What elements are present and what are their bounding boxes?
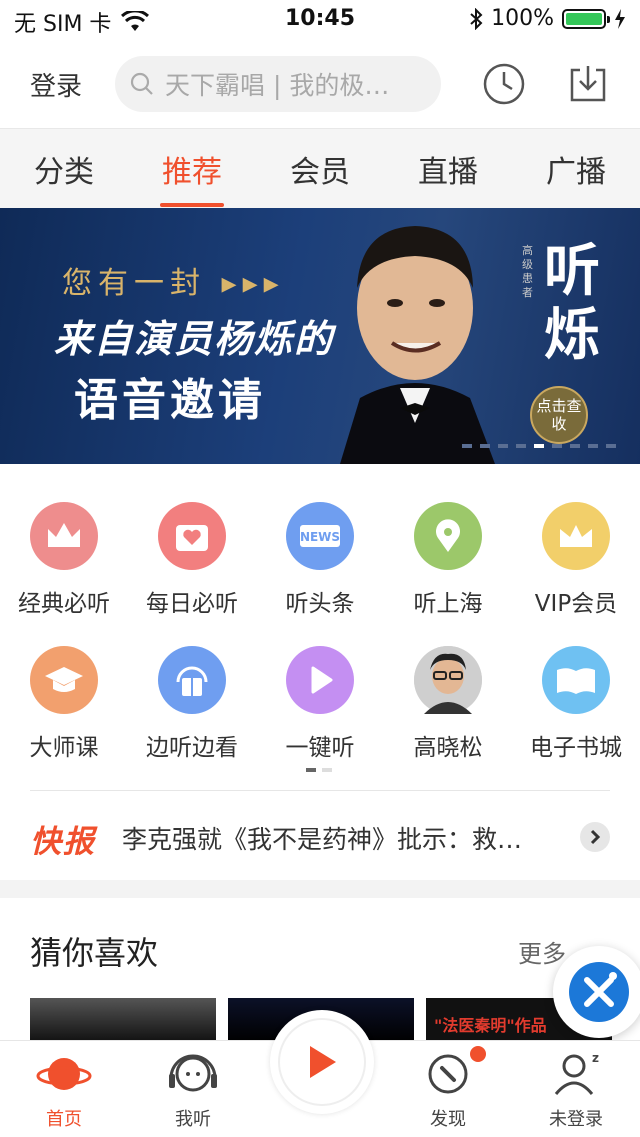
history-clock-icon[interactable] [482, 62, 526, 106]
banner-line-3: 语音邀请 [74, 375, 266, 426]
active-tab-indicator [160, 203, 224, 207]
search-input[interactable]: 天下霸唱 | 我的极… [115, 56, 441, 112]
flash-text: 李克强就《我不是药神》批示：救… [122, 825, 523, 854]
tab-profile[interactable]: z 未登录 [526, 1047, 626, 1131]
entry-classic[interactable]: 经典必听 [0, 502, 128, 618]
tab-label: 发现 [430, 1109, 466, 1130]
graduation-cap-icon [30, 646, 98, 714]
entry-label: 一键听 [285, 735, 355, 761]
charging-icon [615, 8, 625, 29]
banner-cta-button[interactable]: 点击查收 [530, 386, 588, 444]
celebrity-photo [340, 226, 495, 464]
status-right: 100% [469, 6, 626, 31]
entry-label: 边听边看 [146, 735, 238, 761]
user-sleep-icon: z [546, 1047, 606, 1099]
svg-text:NEWS: NEWS [300, 530, 340, 544]
tab-label: 我听 [175, 1109, 211, 1130]
bluetooth-icon [470, 7, 483, 30]
section-gap [0, 880, 640, 898]
news-icon: NEWS [286, 502, 354, 570]
play-icon [310, 1046, 336, 1078]
entry-daily[interactable]: 每日必听 [128, 502, 256, 618]
headphone-face-icon [163, 1047, 223, 1099]
floating-tool-button[interactable] [553, 946, 640, 1038]
promo-banner[interactable]: 您有一封 ▸▸▸ 来自演员杨烁的 语音邀请 高级患者 听烁 点击查收 [0, 208, 640, 464]
tab-my-listen[interactable]: 我听 [143, 1047, 243, 1131]
center-play-button[interactable] [270, 1010, 374, 1114]
planet-icon [34, 1047, 94, 1099]
tab-live[interactable]: 直播 [384, 147, 512, 191]
top-header: 登录 天下霸唱 | 我的极… [0, 40, 640, 128]
login-button[interactable]: 登录 [30, 66, 82, 103]
tools-icon [569, 962, 629, 1022]
entry-label: 大师课 [29, 735, 99, 761]
location-pin-icon [414, 502, 482, 570]
entry-label: 电子书城 [530, 735, 622, 761]
avatar-icon [414, 646, 482, 714]
headphone-book-icon [158, 646, 226, 714]
crown-icon [30, 502, 98, 570]
status-bar: 无 SIM 卡 10:45 100% [0, 0, 640, 40]
tab-category[interactable]: 分类 [0, 147, 128, 191]
tab-radio[interactable]: 广播 [512, 147, 640, 191]
search-placeholder: 天下霸唱 | 我的极… [165, 71, 390, 100]
more-link[interactable]: 更多 [518, 934, 566, 969]
entry-label: 听头条 [285, 591, 355, 617]
chevron-right-icon[interactable] [580, 822, 610, 852]
banner-vertical-title: 听烁 [544, 239, 600, 368]
news-flash[interactable]: 快报 李克强就《我不是药神》批示：救… [0, 808, 640, 864]
entry-label: 每日必听 [146, 591, 238, 617]
banner-pagination [462, 444, 616, 448]
play-icon [286, 646, 354, 714]
entry-label: 听上海 [413, 591, 483, 617]
banner-line-1: 您有一封 ▸▸▸ [62, 266, 285, 301]
divider [30, 790, 610, 791]
tab-label: 首页 [46, 1109, 82, 1130]
battery-icon [562, 8, 610, 29]
grid-pagination [306, 768, 332, 772]
entry-headline[interactable]: NEWS 听头条 [256, 502, 384, 618]
battery-percent: 100% [491, 6, 554, 31]
search-icon [130, 72, 153, 95]
thumbnail-caption: "法医秦明"作品 [434, 1016, 547, 1035]
vip-crown-icon [542, 502, 610, 570]
entry-label: 高晓松 [413, 735, 483, 761]
entry-label: 经典必听 [18, 591, 110, 617]
compass-icon [418, 1047, 478, 1099]
entry-master-class[interactable]: 大师课 [0, 646, 128, 762]
banner-vertical-small: 高级患者 [522, 244, 533, 299]
calendar-heart-icon [158, 502, 226, 570]
notification-dot [470, 1046, 486, 1062]
entry-vip[interactable]: VIP会员 [512, 502, 640, 618]
entry-one-click[interactable]: 一键听 [256, 646, 384, 762]
entry-label: VIP会员 [534, 591, 618, 617]
download-icon[interactable] [566, 62, 610, 106]
tab-recommend[interactable]: 推荐 [128, 147, 256, 191]
svg-text:z: z [592, 1051, 599, 1065]
entry-gao-xiaosong[interactable]: 高晓松 [384, 646, 512, 762]
tab-home[interactable]: 首页 [14, 1047, 114, 1131]
thumbnail-1[interactable] [30, 998, 216, 1042]
entry-ebook-store[interactable]: 电子书城 [512, 646, 640, 762]
category-tabs: 分类 推荐 会员 直播 广播 [0, 128, 640, 209]
open-book-icon [542, 646, 610, 714]
tab-member[interactable]: 会员 [256, 147, 384, 191]
tab-label: 未登录 [549, 1109, 603, 1130]
flash-tag: 快报 [30, 824, 96, 860]
entry-shanghai[interactable]: 听上海 [384, 502, 512, 618]
entry-listen-watch[interactable]: 边听边看 [128, 646, 256, 762]
section-title: 猜你喜欢 [30, 934, 159, 972]
banner-line-2: 来自演员杨烁的 [54, 317, 335, 361]
